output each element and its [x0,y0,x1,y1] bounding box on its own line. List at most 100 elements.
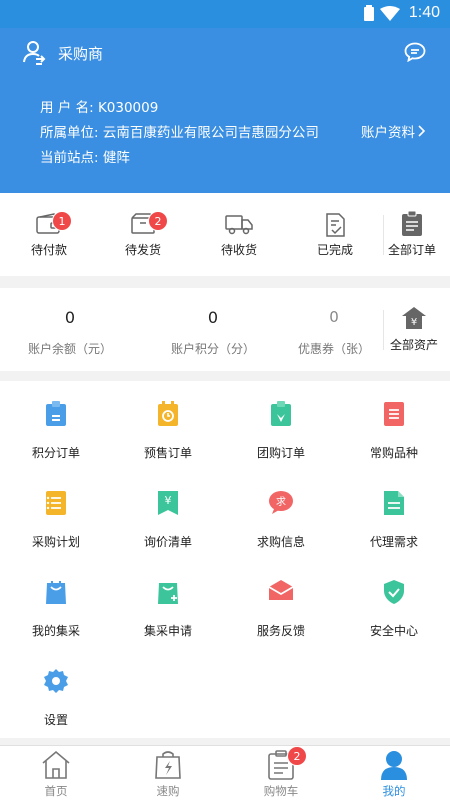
points-order-icon [45,401,67,431]
account-points[interactable]: 0 账户积分（分） [142,288,284,371]
all-assets-button[interactable]: ¥ 全部资产 [378,288,450,371]
account-balance-label: 账户余额（元） [27,342,112,356]
grid-item-label: 集采申请 [143,624,192,638]
assets-panel: 0 账户余额（元） 0 账户积分（分） 0 优惠券（张） ¥ 全部资产 [0,288,450,371]
grid-item-label: 安全中心 [369,624,418,638]
grid-item-label: 代理需求 [369,535,418,549]
tab-home[interactable]: 首页 [0,746,112,800]
yuan-house-icon: ¥ [401,306,427,334]
svg-text:¥: ¥ [411,317,417,328]
check-doc-icon [324,213,346,241]
grid-item-points-order[interactable]: 积分订单 [0,381,112,470]
order-pending-shipment[interactable]: 2 待发货 [98,193,188,276]
grid-item-label: 求购信息 [256,535,305,549]
grid-item-label: 采购计划 [31,535,80,549]
grid-item-feedback[interactable]: 服务反馈 [225,559,337,648]
tab-profile-label: 我的 [382,784,406,798]
order-status-panel: 1 待付款 2 待发货 待收货 已完成 全部订单 [0,193,450,276]
tab-home-label: 首页 [44,784,68,798]
grid-item-label: 设置 [43,713,68,727]
collective-apply-icon [157,579,179,609]
station-value: 健阵 [102,150,130,166]
all-orders-button[interactable]: 全部订单 [374,193,450,276]
my-collective-icon [45,579,67,609]
username-row: 用 户 名: K030009 [40,96,158,116]
company-value: 云南百康药业有限公司吉惠园分公司 [102,125,319,141]
cart-badge: 2 [287,746,307,766]
home-icon [40,750,72,784]
order-completed-label: 已完成 [316,243,353,257]
role-title: 采购商 [58,45,104,63]
grid-item-agent-demand[interactable]: 代理需求 [338,470,450,559]
grid-item-presale-order[interactable]: 预售订单 [112,381,224,470]
grid-item-label: 常购品种 [369,446,418,460]
all-assets-label: 全部资产 [389,338,438,352]
station-label: 当前站点: [40,150,99,166]
grid-item-label: 我的集采 [31,624,80,638]
chevron-right-icon [418,125,426,141]
pending-shipment-badge: 2 [148,211,168,231]
order-pending-receipt[interactable]: 待收货 [194,193,284,276]
account-info-link[interactable]: 账户资料 [361,121,426,141]
profile-icon [379,750,409,784]
settings-icon [43,668,69,698]
account-balance[interactable]: 0 账户余额（元） [0,288,140,371]
inquiry-list-icon: ¥ [157,490,179,520]
truck-icon [225,213,253,239]
grid-item-collective-apply[interactable]: 集采申请 [112,559,224,648]
all-orders-label: 全部订单 [387,243,436,257]
grid-item-label: 服务反馈 [256,624,305,638]
account-points-value: 0 [207,308,219,327]
battery-icon [364,5,374,25]
grid-item-label: 团购订单 [256,446,305,460]
presale-order-icon [157,401,179,431]
account-points-label: 账户积分（分） [170,342,255,356]
order-completed[interactable]: 已完成 [290,193,380,276]
clipboard-icon [401,210,423,241]
svg-text:¥: ¥ [165,494,172,507]
grid-item-label: 积分订单 [31,446,80,460]
profile-header: 采购商 用 户 名: K030009 所属单位: 云南百康药业有限公司吉惠园分公… [0,28,450,193]
grid-item-my-collective[interactable]: 我的集采 [0,559,112,648]
grid-item-security-center[interactable]: 安全中心 [338,559,450,648]
user-switch-icon[interactable] [22,40,46,70]
quick-buy-icon [153,750,183,784]
agent-demand-icon [383,490,405,520]
station-row: 当前站点: 健阵 [40,146,130,166]
grid-item-settings[interactable]: 设置 [0,648,112,737]
order-pending-receipt-label: 待收货 [220,243,257,257]
grid-item-group-order[interactable]: 团购订单 [225,381,337,470]
tab-profile[interactable]: 我的 [338,746,450,800]
tab-quick-buy[interactable]: 速购 [112,746,224,800]
order-pending-payment-label: 待付款 [30,243,67,257]
pending-payment-badge: 1 [52,211,72,231]
account-balance-value: 0 [64,308,76,327]
purchase-plan-icon [45,490,67,520]
coupons-value: 0 [329,308,339,326]
feedback-icon [268,579,294,605]
bottom-tab-bar: 首页 速购 2 购物车 我的 [0,745,450,800]
grid-item-inquiry-list[interactable]: ¥ 询价清单 [112,470,224,559]
grid-item-want-buy[interactable]: 求 求购信息 [225,470,337,559]
tab-cart[interactable]: 2 购物车 [225,746,337,800]
username-label: 用 户 名: [40,100,94,116]
message-icon[interactable] [404,42,426,66]
shield-icon [383,579,405,609]
account-info-label: 账户资料 [361,125,415,141]
tab-cart-label: 购物车 [263,784,299,798]
coupons-label: 优惠券（张） [297,342,370,356]
function-grid: 积分订单 预售订单 团购订单 常购品种 采购计划 ¥ 询价清单 求 求购信息 代… [0,381,450,738]
status-bar: 1:40 [0,0,450,28]
username-value: K030009 [97,100,159,116]
grid-item-label: 预售订单 [143,446,192,460]
want-buy-icon: 求 [268,490,294,518]
company-row: 所属单位: 云南百康药业有限公司吉惠园分公司 [40,121,319,141]
grid-item-frequent-items[interactable]: 常购品种 [338,381,450,470]
frequent-items-icon [383,401,405,431]
grid-item-purchase-plan[interactable]: 采购计划 [0,470,112,559]
group-order-icon [270,401,292,431]
order-pending-payment[interactable]: 1 待付款 [4,193,94,276]
wifi-icon [380,6,400,25]
coupons[interactable]: 0 优惠券（张） [284,288,384,371]
tab-quick-buy-label: 速购 [156,784,180,798]
